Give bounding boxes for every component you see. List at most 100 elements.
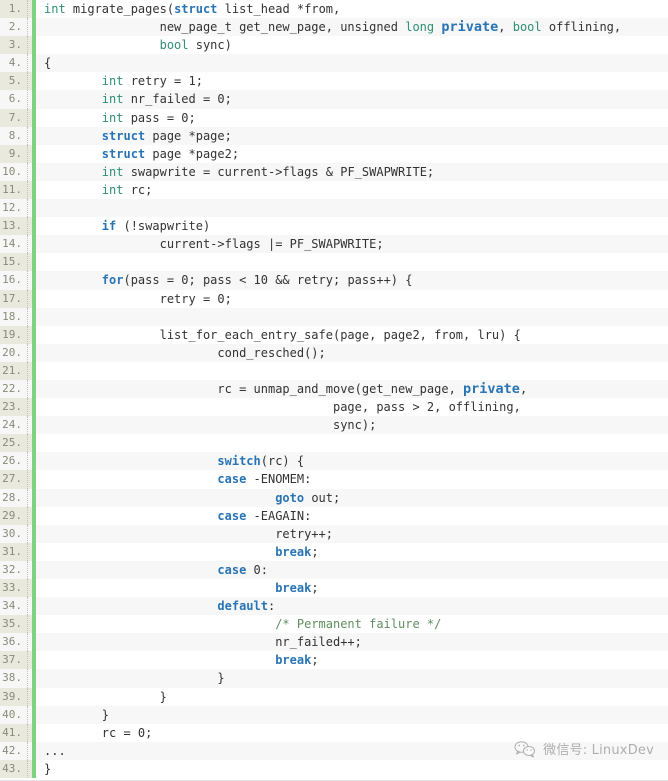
code-line-content: int retry = 1; [34, 72, 668, 91]
code-token-plain: sync) [188, 38, 232, 53]
code-token-plain: ; [311, 544, 319, 559]
code-line: 17. retry = 0; [0, 289, 668, 308]
line-number: 25. [0, 434, 36, 453]
code-line-content: retry++; [34, 524, 668, 543]
code-line: 31. break; [0, 542, 668, 562]
code-token-plain: 0: [246, 562, 268, 577]
code-viewer: 1. int migrate_pages(struct list_head *fr… [0, 0, 668, 781]
code-token-type: int [101, 92, 124, 107]
line-number: 19. [0, 325, 36, 344]
code-line-content: } [34, 759, 668, 779]
line-number: 17. [0, 289, 36, 308]
line-number: 2. [0, 18, 36, 37]
code-line-content: break; [34, 542, 668, 561]
code-token-type: bool [159, 38, 189, 53]
line-number: 23. [0, 398, 36, 417]
code-token-plain: retry++; [44, 526, 333, 541]
code-token-special: private [441, 19, 499, 36]
code-line: 43.} [0, 759, 668, 779]
code-line: 14. current->flags |= PF_SWAPWRITE; [0, 235, 668, 254]
line-number: 9. [0, 144, 36, 163]
code-token-plain: migrate_pages( [65, 2, 175, 16]
line-number: 37. [0, 651, 36, 670]
code-token-plain: offlining, [541, 20, 622, 35]
line-number: 24. [0, 416, 36, 435]
line-number: 42. [0, 741, 36, 761]
code-line: 7. int pass = 0; [0, 108, 668, 127]
line-number: 20. [0, 343, 36, 362]
code-line-content: } [34, 705, 668, 724]
code-line: 36. nr_failed++; [0, 633, 668, 652]
code-token-plain: out; [304, 490, 341, 505]
code-token-plain: -EAGAIN: [246, 508, 312, 523]
code-token-plain: list_for_each_entry_safe(page, page2, fr… [44, 327, 521, 342]
code-line: 3. bool sync) [0, 36, 668, 55]
code-line-content: sync); [34, 416, 668, 435]
code-line-content: goto out; [34, 488, 668, 507]
code-token-kw: case [217, 508, 247, 523]
code-token-plain: ; [311, 581, 319, 595]
code-line-content: rc = 0; [34, 723, 668, 742]
code-line-content: rc = unmap_and_move(get_new_page, privat… [34, 379, 668, 399]
code-token-plain: rc; [123, 182, 153, 197]
code-token-type: int [101, 164, 124, 179]
code-token-plain: page, pass > 2, offlining, [44, 400, 521, 415]
line-number: 35. [0, 615, 36, 634]
code-token-kw: break [275, 581, 312, 595]
line-number: 41. [0, 723, 36, 742]
code-token-plain: rc = unmap_and_move(get_new_page, [44, 381, 464, 396]
code-token-type: long [405, 20, 435, 35]
code-line-content [34, 307, 668, 326]
code-line: 38. } [0, 669, 668, 688]
line-number: 7. [0, 108, 36, 127]
code-token-plain: page *page; [145, 128, 232, 143]
code-line-content [34, 199, 668, 218]
line-number: 5. [0, 72, 36, 91]
code-token-plain: rc = 0; [44, 725, 153, 740]
line-number: 22. [0, 379, 36, 399]
line-number: 31. [0, 542, 36, 562]
code-line: 21. [0, 361, 668, 381]
code-token-plain: current->flags |= PF_SWAPWRITE; [44, 237, 384, 252]
code-token-type: int [101, 74, 124, 89]
code-line-content: nr_failed++; [34, 633, 668, 652]
line-number: 18. [0, 307, 36, 326]
code-token-kw: break [275, 653, 312, 668]
code-token-plain: pass = 0; [123, 110, 196, 125]
code-line-content: struct page *page2; [34, 144, 668, 163]
code-token-plain: nr_failed++; [44, 635, 362, 650]
code-line: 2. new_page_t get_new_page, unsigned lon… [0, 18, 668, 37]
code-token-kw: struct [101, 128, 146, 143]
code-line: 18. [0, 307, 668, 326]
code-line-content [34, 361, 668, 380]
code-line-content: break; [34, 651, 668, 670]
code-line: 22. rc = unmap_and_move(get_new_page, pr… [0, 379, 668, 399]
code-token-plain: (!swapwrite) [116, 219, 211, 234]
code-token-special: private [463, 380, 520, 397]
code-token-kw: if [101, 219, 117, 234]
code-listing-body: 1. int migrate_pages(struct list_head *fr… [0, 0, 668, 779]
line-number: 26. [0, 452, 36, 471]
code-line-content: } [34, 687, 668, 706]
code-line: 41. rc = 0; [0, 723, 668, 742]
line-number: 33. [0, 579, 36, 598]
code-line: 12. [0, 199, 668, 218]
code-line: 35. /* Permanent failure */ [0, 615, 668, 634]
line-number: 27. [0, 470, 36, 489]
code-token-plain: , [519, 381, 528, 396]
code-line-content: int nr_failed = 0; [34, 90, 668, 109]
code-line-content: int rc; [34, 180, 668, 200]
code-token-plain: ... [44, 743, 66, 758]
code-token-comment: /* Permanent failure */ [275, 617, 442, 632]
code-token-plain: (pass = 0; pass < 10 && retry; pass++) { [123, 273, 413, 288]
